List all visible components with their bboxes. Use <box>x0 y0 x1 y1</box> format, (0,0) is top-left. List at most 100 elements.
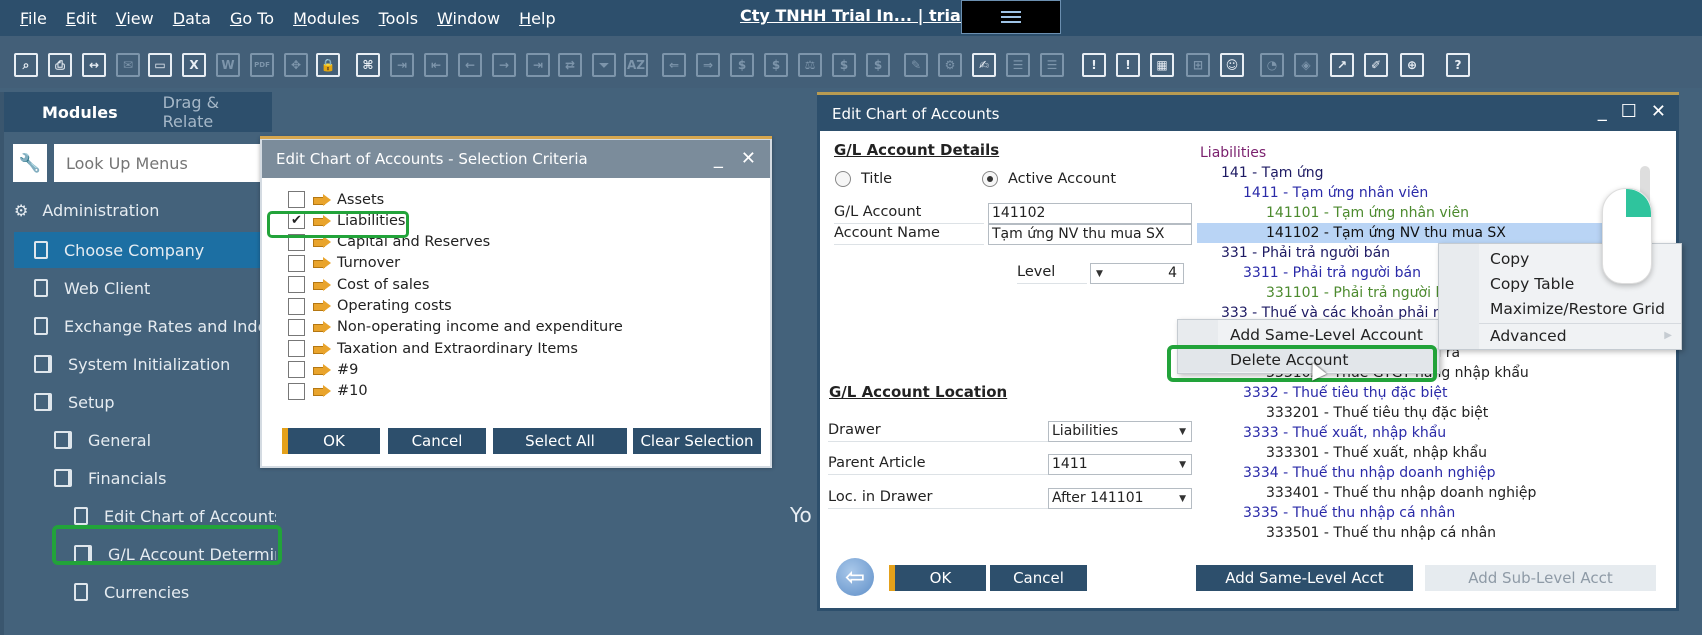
criteria-checkbox[interactable] <box>288 382 305 400</box>
criteria-checkbox[interactable] <box>288 297 305 315</box>
criteria-row[interactable]: Taxation and Extraordinary Items <box>288 338 578 359</box>
criteria-checkbox[interactable] <box>288 254 305 272</box>
menu-data[interactable]: Data <box>173 9 211 28</box>
calendar-icon[interactable]: ▦ <box>1150 53 1174 77</box>
criteria-row[interactable]: Cost of sales <box>288 274 429 295</box>
loc-in-drawer-select[interactable]: After 141101 <box>1048 488 1192 509</box>
menu-edit[interactable]: Edit <box>66 9 97 28</box>
tree-row[interactable]: 141102 - Tạm ứng NV thu mua SX <box>1197 223 1637 243</box>
tree-row[interactable]: 3333 - Thuế xuất, nhập khẩu <box>1243 423 1446 443</box>
resize-columns-icon[interactable]: ↔ <box>82 53 106 77</box>
tree-row[interactable]: 333501 - Thuế thu nhập cá nhân <box>1266 523 1496 543</box>
transaction-journal-icon[interactable]: $ <box>866 53 890 77</box>
criteria-row[interactable]: Turnover <box>288 253 400 274</box>
sidebar-item-setup[interactable]: Setup <box>14 384 276 420</box>
radio-title[interactable]: Title <box>835 171 892 187</box>
menu-advanced[interactable]: Advanced ▶ <box>1490 324 1680 348</box>
print-icon[interactable]: ⎙ <box>48 53 72 77</box>
sort-icon[interactable]: AZ <box>624 53 648 77</box>
alert-window-icon[interactable]: ! <box>1116 53 1140 77</box>
criteria-row[interactable]: #9 <box>288 359 358 380</box>
criteria-checkbox[interactable] <box>288 361 305 379</box>
minimize-icon[interactable]: _ <box>714 148 723 169</box>
move-icon[interactable]: ✥ <box>284 53 308 77</box>
sidebar-item-web-client[interactable]: Web Client <box>14 270 276 306</box>
excel-icon[interactable]: X <box>182 53 206 77</box>
journal-icon[interactable]: $ <box>832 53 856 77</box>
messages-icon[interactable]: ☰ <box>1040 53 1064 77</box>
parent-article-select[interactable]: 1411 <box>1048 454 1192 475</box>
hierarchy-icon[interactable]: ⊞ <box>1186 53 1210 77</box>
menu-add-same-level-account[interactable]: Add Same-Level Account <box>1230 323 1423 347</box>
tree-row[interactable]: 3335 - Thuế thu nhập cá nhân <box>1243 503 1455 523</box>
maximize-icon[interactable]: ☐ <box>1621 101 1637 122</box>
help-icon[interactable]: ? <box>1446 53 1470 77</box>
cancel-button[interactable]: Cancel <box>388 428 486 454</box>
tree-row[interactable]: Liabilities <box>1200 143 1266 163</box>
tree-row[interactable]: 333301 - Thuế xuất, nhập khẩu <box>1266 443 1487 463</box>
sidebar-item-general[interactable]: General <box>14 422 276 458</box>
criteria-checkbox[interactable] <box>288 191 305 208</box>
preview-icon[interactable]: ⌕ <box>14 53 38 77</box>
close-icon[interactable]: ✕ <box>1651 101 1666 122</box>
next-record-icon[interactable]: → <box>492 53 516 77</box>
settings-form-icon[interactable]: ⚙ <box>938 53 962 77</box>
radio-active-button[interactable] <box>982 171 998 187</box>
clear-selection-button[interactable]: Clear Selection <box>633 428 761 454</box>
radio-active[interactable]: Active Account <box>982 171 1116 187</box>
select-all-button[interactable]: Select All <box>493 428 627 454</box>
find-icon[interactable]: ⌘ <box>356 53 380 77</box>
criteria-checkbox[interactable] <box>288 340 305 358</box>
menu-go-to[interactable]: Go To <box>230 9 274 28</box>
tree-row[interactable]: 3334 - Thuế thu nhập doanh nghiệp <box>1243 463 1496 483</box>
gl-account-field[interactable]: 141102 <box>988 203 1192 224</box>
window-titlebar[interactable]: Edit Chart of Accounts _ ☐ ✕ <box>820 97 1676 131</box>
minimize-icon[interactable]: _ <box>1598 101 1607 122</box>
import-icon[interactable]: ⇥ <box>390 53 414 77</box>
menu-tools[interactable]: Tools <box>379 9 418 28</box>
tab-drag-relate[interactable]: Drag & Relate <box>163 93 272 131</box>
sidebar-item-exchange-rates-and-indexes[interactable]: Exchange Rates and Indexes <box>14 308 276 344</box>
wrench-icon[interactable]: 🔧 <box>13 144 47 182</box>
tree-row[interactable]: 141101 - Tạm ứng nhân viên <box>1266 203 1469 223</box>
pdf-icon[interactable]: PDF <box>250 53 274 77</box>
sidebar-item-financials[interactable]: Financials <box>14 460 276 496</box>
chart-edit-icon[interactable]: ✐ <box>1364 53 1388 77</box>
widgets-icon[interactable]: ◈ <box>1294 53 1318 77</box>
tree-row[interactable]: 141 - Tạm ứng <box>1221 163 1324 183</box>
filter-icon[interactable]: ⏷ <box>592 53 616 77</box>
balance-icon[interactable]: ⚖ <box>798 53 822 77</box>
tree-row[interactable]: 3311 - Phải trả người bán <box>1243 263 1421 283</box>
tab-modules[interactable]: Modules <box>42 103 118 122</box>
menu-modules[interactable]: Modules <box>293 9 360 28</box>
criteria-checkbox[interactable] <box>288 318 305 336</box>
drawer-select[interactable]: Liabilities <box>1048 421 1192 442</box>
coa-ok-button[interactable]: OK <box>889 565 986 591</box>
user-icon[interactable]: ☺ <box>1220 53 1244 77</box>
sidebar-item-currencies[interactable]: Currencies <box>14 574 276 610</box>
back-arrow-icon[interactable]: ⇦ <box>836 558 874 596</box>
tree-row[interactable]: 3332 - Thuế tiêu thụ đặc biệt <box>1243 383 1447 403</box>
menu-help[interactable]: Help <box>519 9 555 28</box>
sidebar-item-choose-company[interactable]: Choose Company <box>14 232 276 268</box>
web-icon[interactable]: ⊕ <box>1400 53 1424 77</box>
add-same-level-button[interactable]: Add Same-Level Acct <box>1196 565 1413 591</box>
payment-icon[interactable]: $ <box>730 53 754 77</box>
tree-row[interactable]: 1411 - Tạm ứng nhân viên <box>1243 183 1428 203</box>
level-stepper[interactable]: 4 <box>1090 263 1184 284</box>
menu-file[interactable]: File <box>20 9 47 28</box>
currency-icon[interactable]: $ <box>764 53 788 77</box>
switch-icon[interactable]: ⇄ <box>558 53 582 77</box>
dashboard-icon[interactable]: ◔ <box>1260 53 1284 77</box>
close-icon[interactable]: ✕ <box>741 148 756 169</box>
criteria-row[interactable]: #10 <box>288 381 368 402</box>
target-document-icon[interactable]: ⇒ <box>696 53 720 77</box>
message-icon[interactable]: ✉ <box>116 53 140 77</box>
tree-row[interactable]: 331 - Phải trả người bán <box>1221 243 1390 263</box>
search-input[interactable] <box>54 144 274 182</box>
radio-title-button[interactable] <box>835 171 851 187</box>
menu-window[interactable]: Window <box>437 9 500 28</box>
window-icon[interactable]: ▭ <box>148 53 172 77</box>
form-settings-icon[interactable]: ✍ <box>972 53 996 77</box>
tree-row[interactable]: 333401 - Thuế thu nhập doanh nghiệp <box>1266 483 1536 503</box>
